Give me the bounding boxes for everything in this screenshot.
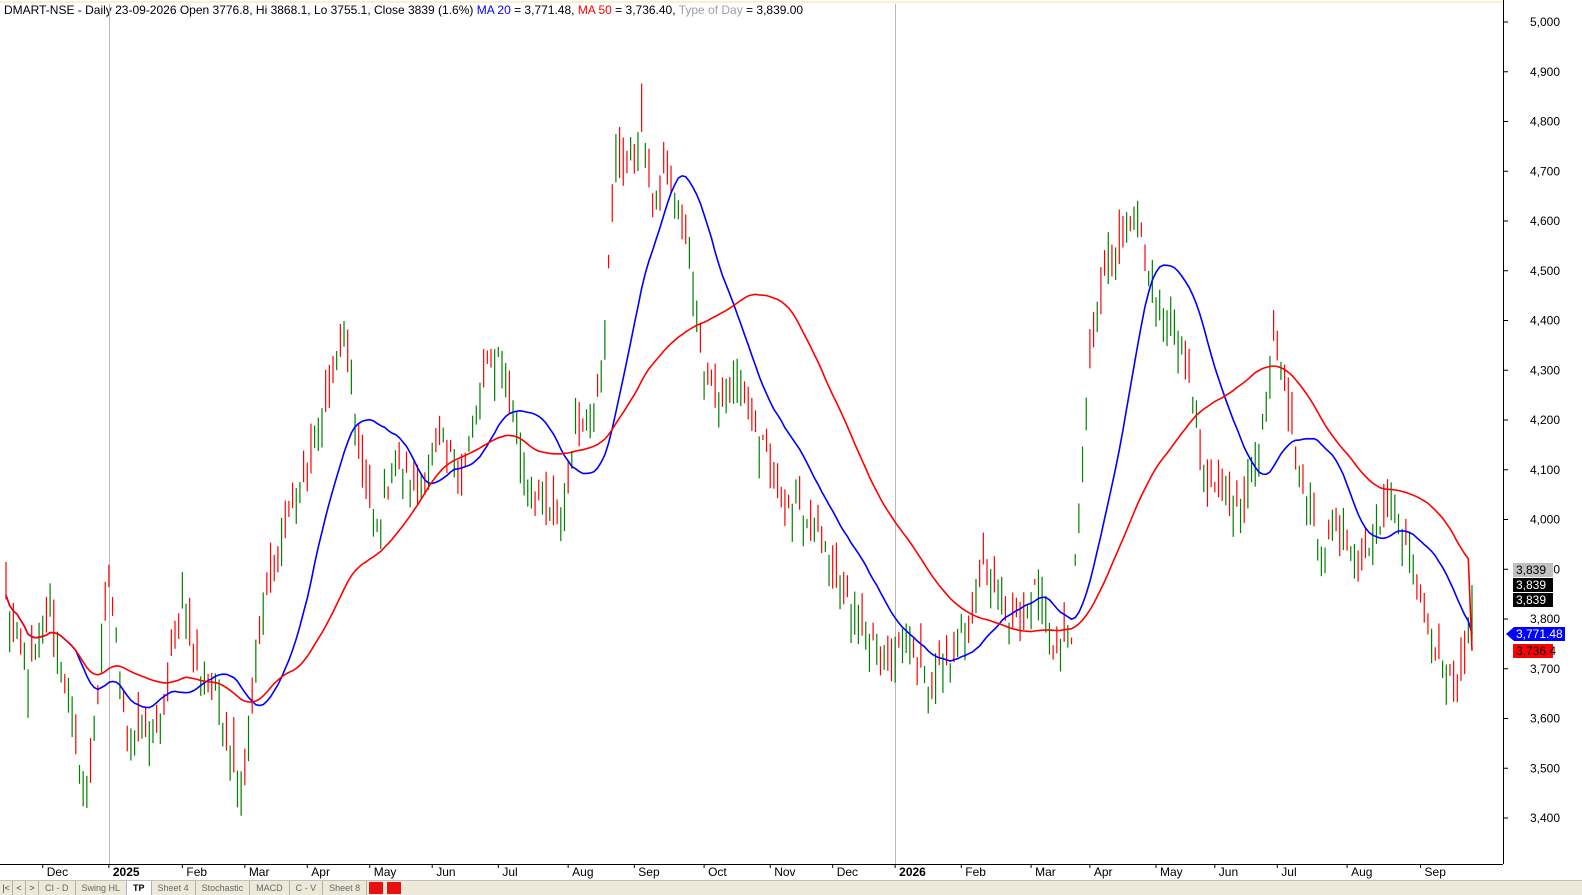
- x-tick-label: Jun: [436, 865, 455, 879]
- sheet-tab-0[interactable]: CI - D: [39, 881, 76, 895]
- y-tick-label: 4,000: [1530, 513, 1560, 527]
- x-tick-label: Feb: [965, 865, 986, 879]
- x-tick-label: May: [1160, 865, 1183, 879]
- x-tick-label: Jun: [1219, 865, 1238, 879]
- y-tick-label: 3,500: [1530, 761, 1560, 775]
- x-tick-label: Aug: [1351, 865, 1372, 879]
- alert-icon-2[interactable]: [387, 882, 402, 894]
- y-tick-label: 3,600: [1530, 712, 1560, 726]
- y-tick-label: 4,200: [1530, 413, 1560, 427]
- x-tick-label: Feb: [186, 865, 207, 879]
- x-tick-label: Aug: [572, 865, 593, 879]
- price-tag-label: 3,736.4: [1516, 644, 1556, 658]
- y-tick-label: 4,300: [1530, 363, 1560, 377]
- x-tick-label: 2026: [899, 865, 926, 879]
- x-tick-label: Sep: [1425, 865, 1447, 879]
- y-tick-label: 4,500: [1530, 264, 1560, 278]
- first-sheet-icon[interactable]: |<: [0, 881, 13, 895]
- sheet-tabs: CI - D Swing HL TP Sheet 4 Stochastic MACD C -…: [39, 881, 368, 895]
- sheet-tab-bar: |< < > CI - D Swing HL TP Sheet 4 Stochastic MAC…: [0, 880, 1582, 895]
- ma-line-50: [5, 293, 1473, 703]
- price-tag-label: 3,839: [1516, 578, 1546, 592]
- y-tick-label: 3,400: [1530, 811, 1560, 825]
- sheet-tab-5[interactable]: MACD: [250, 881, 290, 895]
- y-tick-label: 4,400: [1530, 314, 1560, 328]
- y-tick-label: 4,800: [1530, 115, 1560, 129]
- x-tick-label: Dec: [47, 865, 68, 879]
- x-tick-label: Oct: [708, 865, 727, 879]
- y-tick-label: 4,600: [1530, 214, 1560, 228]
- sheet-tab-2[interactable]: TP: [127, 881, 152, 895]
- y-tick-label: 4,700: [1530, 164, 1560, 178]
- x-tick-label: Dec: [837, 865, 858, 879]
- x-tick-label: 2025: [113, 865, 140, 879]
- sheet-tab-3[interactable]: Sheet 4: [152, 881, 196, 895]
- x-tick-label: Jul: [502, 865, 517, 879]
- y-tick-label: 4,100: [1530, 463, 1560, 477]
- price-tag-label: 3,771.48: [1516, 627, 1563, 641]
- x-tick-label: Nov: [774, 865, 795, 879]
- x-tick-label: Sep: [638, 865, 660, 879]
- y-tick-label: 3,800: [1530, 612, 1560, 626]
- y-tick-label: 3,700: [1530, 662, 1560, 676]
- x-tick-label: Jul: [1281, 865, 1296, 879]
- prev-sheet-icon[interactable]: <: [13, 881, 26, 895]
- sheet-tab-1[interactable]: Swing HL: [76, 881, 128, 895]
- sheet-tab-7[interactable]: Sheet 8: [323, 881, 368, 895]
- ma-line-20: [5, 174, 1473, 709]
- x-tick-label: Apr: [1094, 865, 1113, 879]
- price-tag-label: 3,839: [1516, 563, 1546, 577]
- next-sheet-icon[interactable]: >: [26, 881, 39, 895]
- y-tick-label: 5,000: [1530, 15, 1560, 29]
- x-tick-label: May: [374, 865, 397, 879]
- y-tick-label: 4,900: [1530, 65, 1560, 79]
- x-tick-label: Apr: [311, 865, 330, 879]
- x-tick-label: Mar: [1035, 865, 1056, 879]
- sheet-tab-4[interactable]: Stochastic: [196, 881, 251, 895]
- x-tick-label: Mar: [249, 865, 270, 879]
- price-tag-label: 3,839: [1516, 593, 1546, 607]
- price-bars: [5, 83, 1473, 816]
- price-chart[interactable]: 3,4003,5003,6003,7003,8003,9004,0004,100…: [0, 0, 1582, 880]
- alert-icon[interactable]: [369, 882, 384, 894]
- sheet-tab-6[interactable]: C - V: [290, 881, 324, 895]
